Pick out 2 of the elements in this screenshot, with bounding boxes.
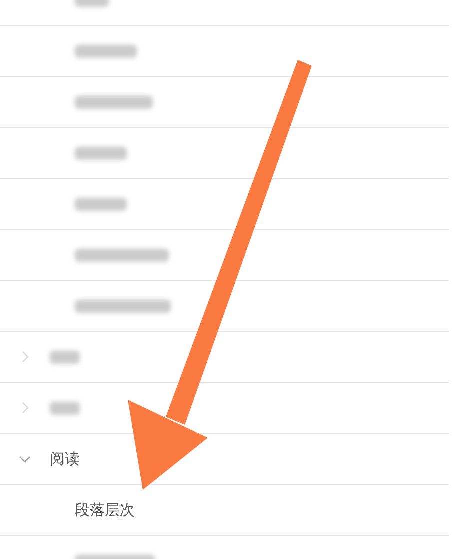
item-label: 阅读 xyxy=(50,450,80,468)
item-label: 段落层次 xyxy=(75,500,135,520)
